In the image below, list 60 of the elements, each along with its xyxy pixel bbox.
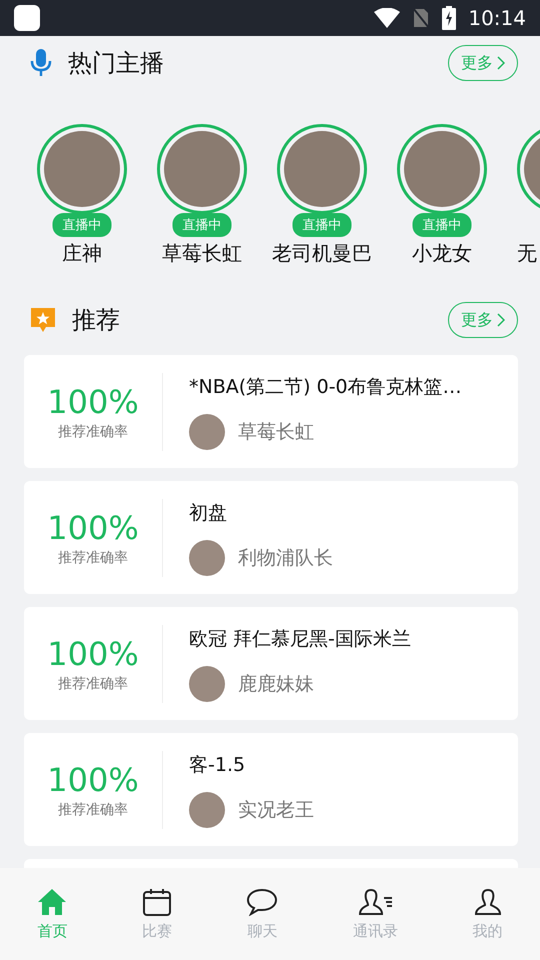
author-avatar [189,666,225,702]
author-name: 鹿鹿妹妹 [238,672,314,696]
author-name: 草莓长虹 [238,420,314,444]
recommendation-title: 欧冠 拜仁慕尼黑-国际米兰 [189,626,411,652]
author-avatar [189,540,225,576]
chevron-right-icon [497,313,505,327]
recommendation-title: *NBA(第二节) 0-0布鲁克林篮… [189,374,462,400]
recommendation-card[interactable]: 100% 推荐准确率 欧冠 拜仁慕尼黑-国际米兰 鹿鹿妹妹 [24,607,518,720]
author-avatar [189,414,225,450]
nav-tab[interactable]: 通讯录 [353,888,398,940]
recommendation-card[interactable]: 100% 推荐准确率 *NBA(第二节) 0-0布鲁克林篮… 草莓长虹 [24,355,518,468]
live-badge: 直播中 [412,213,472,237]
author-name: 利物浦队长 [238,546,333,570]
streamer-avatar[interactable] [157,124,247,214]
accuracy-rate: 100% [47,508,139,546]
recommendation-card[interactable]: 100% 推荐准确率 初盘 利物浦队长 [24,481,518,594]
streamer-name: 老司机曼巴 [272,240,372,267]
no-sim-icon [412,7,430,29]
streamer-avatar[interactable] [37,124,127,214]
accuracy-rate: 100% [47,634,139,672]
recommendation-title: 初盘 [189,500,228,526]
live-badge: 直播中 [172,213,232,237]
contacts-icon [358,888,394,916]
live-badge: 直播中 [52,213,112,237]
streamer-name: 庄神 [62,240,102,267]
streamer-name: 小龙女 [412,240,472,267]
nav-tab[interactable]: 聊天 [246,888,278,940]
clock-time: 10:14 [468,6,526,30]
app-notification-icon [14,5,40,31]
streamer-avatar[interactable] [397,124,487,214]
live-badge: 直播中 [292,213,352,237]
section-title: 推荐 [72,305,121,336]
accuracy-label: 推荐准确率 [58,674,128,692]
recommendation-card[interactable]: 100% 推荐准确率 客-1.5 实况老王 [24,733,518,846]
wifi-icon [374,8,400,28]
chat-bubble-icon [246,888,278,916]
more-button[interactable]: 更多 [448,45,518,81]
battery-charging-icon [442,6,456,30]
nav-tab[interactable]: 我的 [472,888,503,940]
streamer-name: 草莓长虹 [162,240,242,267]
nav-tab[interactable]: 比赛 [142,888,172,940]
accuracy-rate: 100% [47,760,139,798]
home-icon [37,888,68,916]
calendar-icon [142,888,172,916]
chevron-right-icon [497,56,505,70]
accuracy-rate: 100% [47,382,139,420]
author-name: 实况老王 [238,798,314,822]
streamer-name: 无 [517,240,537,267]
nav-tab[interactable]: 首页 [37,888,68,940]
recommendation-title: 客-1.5 [189,752,246,778]
accuracy-label: 推荐准确率 [58,548,128,566]
star-flag-icon [30,307,56,333]
accuracy-label: 推荐准确率 [58,800,128,818]
more-button[interactable]: 更多 [448,302,518,338]
accuracy-label: 推荐准确率 [58,422,128,440]
person-icon [472,888,503,916]
microphone-icon [30,49,52,77]
author-avatar [189,792,225,828]
section-title: 热门主播 [68,48,165,79]
streamer-avatar[interactable] [277,124,367,214]
